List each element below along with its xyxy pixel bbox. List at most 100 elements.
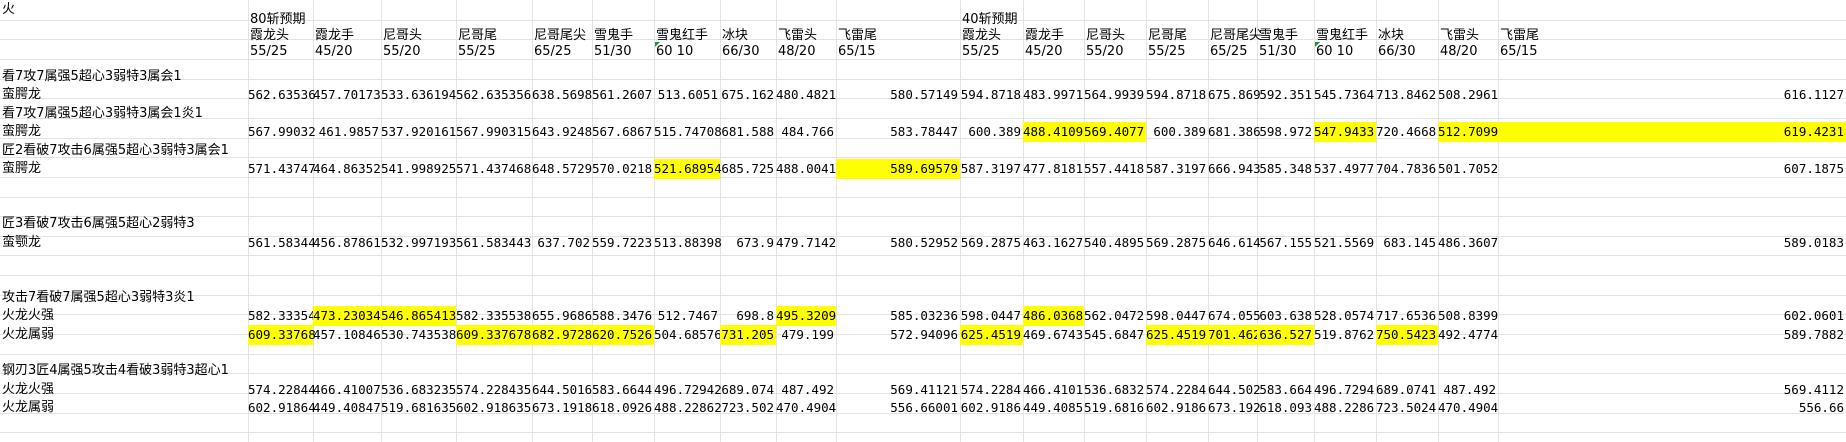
col40-header-ratio[interactable]: 55/20 [1084,42,1146,62]
cell-value-80[interactable]: 561.2607 [592,85,654,105]
cell-value-80[interactable]: 561.58344 [248,233,316,253]
cell-value-80[interactable]: 479.7142 [776,233,836,253]
cell-value-40[interactable]: 562.0472 [1084,306,1146,326]
cell-value-40[interactable]: 528.0574 [1314,306,1376,326]
cell-value-80[interactable]: 515.74708 [654,122,722,142]
cell-value-40[interactable]: 536.6832 [1084,380,1146,400]
cell-value-40[interactable]: 466.4101 [1023,380,1084,400]
cell-value-40[interactable]: 508.8399 [1438,306,1498,326]
cell-value-80[interactable]: 533.636194 [381,85,456,105]
col40-header-ratio[interactable]: 51/30 [1257,42,1314,62]
cell-value-40[interactable]: 545.6847 [1084,325,1146,345]
cell-value-80[interactable]: 689.074 [720,380,776,400]
cell-value-80[interactable]: 449.40847 [313,398,381,418]
cell-value-80[interactable]: 638.5698 [532,85,592,105]
cell-value-80[interactable]: 571.43747 [248,159,316,179]
cell-value-40[interactable]: 488.4109 [1023,122,1084,142]
cell-value-80[interactable]: 532.997193 [381,233,456,253]
cell-value-80[interactable]: 536.683235 [381,380,456,400]
row-label[interactable] [0,269,248,289]
cell-value-40[interactable]: 540.4895 [1084,233,1146,253]
cell-value-80[interactable]: 513.6051 [654,85,720,105]
cell-value-80[interactable]: 512.7467 [654,306,720,326]
cell-value-40[interactable]: 587.3197 [1146,159,1208,179]
row-label[interactable]: 匠3看破7攻击6属强5超心2弱特3 [0,214,248,234]
cell-value-40[interactable]: 644.502 [1208,380,1261,400]
cell-value-40[interactable]: 704.7836 [1376,159,1438,179]
cell-value-40[interactable]: 547.9433 [1314,122,1376,142]
cell-value-40[interactable]: 589.0183 [1498,233,1846,253]
cell-value-80[interactable]: 571.437468 [456,159,532,179]
cell-value-40[interactable]: 569.2875 [1146,233,1208,253]
cell-value-40[interactable]: 567.155 [1257,233,1314,253]
cell-value-80[interactable]: 574.22844 [248,380,316,400]
cell-value-40[interactable]: 587.3197 [960,159,1023,179]
cell-value-40[interactable]: 598.0447 [960,306,1023,326]
cell-value-80[interactable]: 567.990315 [456,122,532,142]
cell-value-40[interactable]: 619.4231 [1498,122,1846,142]
cell-value-80[interactable]: 559.7223 [592,233,654,253]
cell-value-40[interactable]: 598.0447 [1146,306,1208,326]
cell-value-80[interactable]: 569.41121 [836,380,960,400]
col80-header-ratio[interactable]: 48/20 [776,42,836,62]
cell-value-40[interactable]: 585.348 [1257,159,1314,179]
cell-value-80[interactable]: 461.9857 [313,122,381,142]
row-label[interactable]: 火龙火强 [0,380,248,400]
row-label[interactable]: 蛮腭龙 [0,85,248,105]
cell-value-80[interactable]: 457.70173 [313,85,381,105]
row-label[interactable]: 蛮腭龙 [0,122,248,142]
cell-value-40[interactable]: 607.1875 [1498,159,1846,179]
row-label[interactable]: 火龙属弱 [0,325,248,345]
cell-value-80[interactable]: 675.162 [720,85,776,105]
cell-value-40[interactable]: 720.4668 [1376,122,1438,142]
cell-value-80[interactable]: 637.702 [532,233,592,253]
row-label[interactable]: 看7攻7属强5超心3弱特3属会1 [0,67,248,87]
col80-header-ratio[interactable]: 45/20 [313,42,381,62]
cell-value-40[interactable]: 625.4519 [1146,325,1208,345]
row-label[interactable]: 蛮颚龙 [0,233,248,253]
cell-value-40[interactable]: 636.527 [1257,325,1314,345]
cell-value-80[interactable]: 456.87861 [313,233,381,253]
cell-value-80[interactable]: 618.0926 [592,398,654,418]
cell-value-80[interactable]: 602.91864 [248,398,316,418]
cell-value-40[interactable]: 557.4418 [1084,159,1146,179]
cell-value-80[interactable]: 580.52952 [836,233,960,253]
cell-corner-label[interactable]: 火 [0,0,248,20]
row-label[interactable]: 火龙属弱 [0,398,248,418]
cell-value-40[interactable]: 594.8718 [960,85,1023,105]
cell-value-40[interactable]: 600.389 [960,122,1023,142]
cell-value-80[interactable]: 673.9 [720,233,776,253]
cell-value-80[interactable]: 504.68576 [654,325,722,345]
cell-value-40[interactable]: 512.7099 [1438,122,1498,142]
cell-value-80[interactable]: 572.94096 [836,325,960,345]
row-label[interactable]: 匠2看破7攻击6属强5超心3弱特3属会1 [0,141,248,161]
cell-value-40[interactable]: 675.869 [1208,85,1261,105]
cell-value-40[interactable]: 723.5024 [1376,398,1438,418]
col80-header-ratio[interactable]: 51/30 [592,42,654,62]
col80-header-ratio[interactable]: 55/25 [248,42,313,62]
cell-value-40[interactable]: 618.093 [1257,398,1314,418]
cell-value-40[interactable]: 469.6743 [1023,325,1084,345]
cell-value-40[interactable]: 646.614 [1208,233,1261,253]
row-label[interactable] [0,177,248,197]
cell-value-80[interactable]: 519.681635 [381,398,456,418]
cell-value-40[interactable]: 583.664 [1257,380,1314,400]
col40-header-ratio[interactable]: 48/20 [1438,42,1498,62]
cell-value-40[interactable]: 488.2286 [1314,398,1376,418]
cell-value-80[interactable]: 470.4904 [776,398,836,418]
cell-value-40[interactable]: 486.3607 [1438,233,1498,253]
cell-value-80[interactable]: 620.7526 [592,325,654,345]
row-label[interactable]: 攻击7看破7属强5超心3弱特3炎1 [0,288,248,308]
row-label[interactable]: 蛮腭龙 [0,159,248,179]
cell-value-80[interactable]: 496.72942 [654,380,722,400]
cell-value-40[interactable]: 602.0601 [1498,306,1846,326]
cell-value-80[interactable]: 589.69579 [836,159,960,179]
cell-value-40[interactable]: 602.9186 [1146,398,1208,418]
cell-value-40[interactable]: 486.0368 [1023,306,1084,326]
cell-value-80[interactable]: 685.725 [720,159,776,179]
col40-header-ratio[interactable]: 66/30 [1376,42,1438,62]
row-label[interactable]: 看7攻7属强5超心3弱特3属会1炎1 [0,104,248,124]
cell-value-80[interactable]: 588.3476 [592,306,654,326]
cell-value-40[interactable]: 496.7294 [1314,380,1376,400]
col80-header-ratio[interactable]: 55/20 [381,42,456,62]
